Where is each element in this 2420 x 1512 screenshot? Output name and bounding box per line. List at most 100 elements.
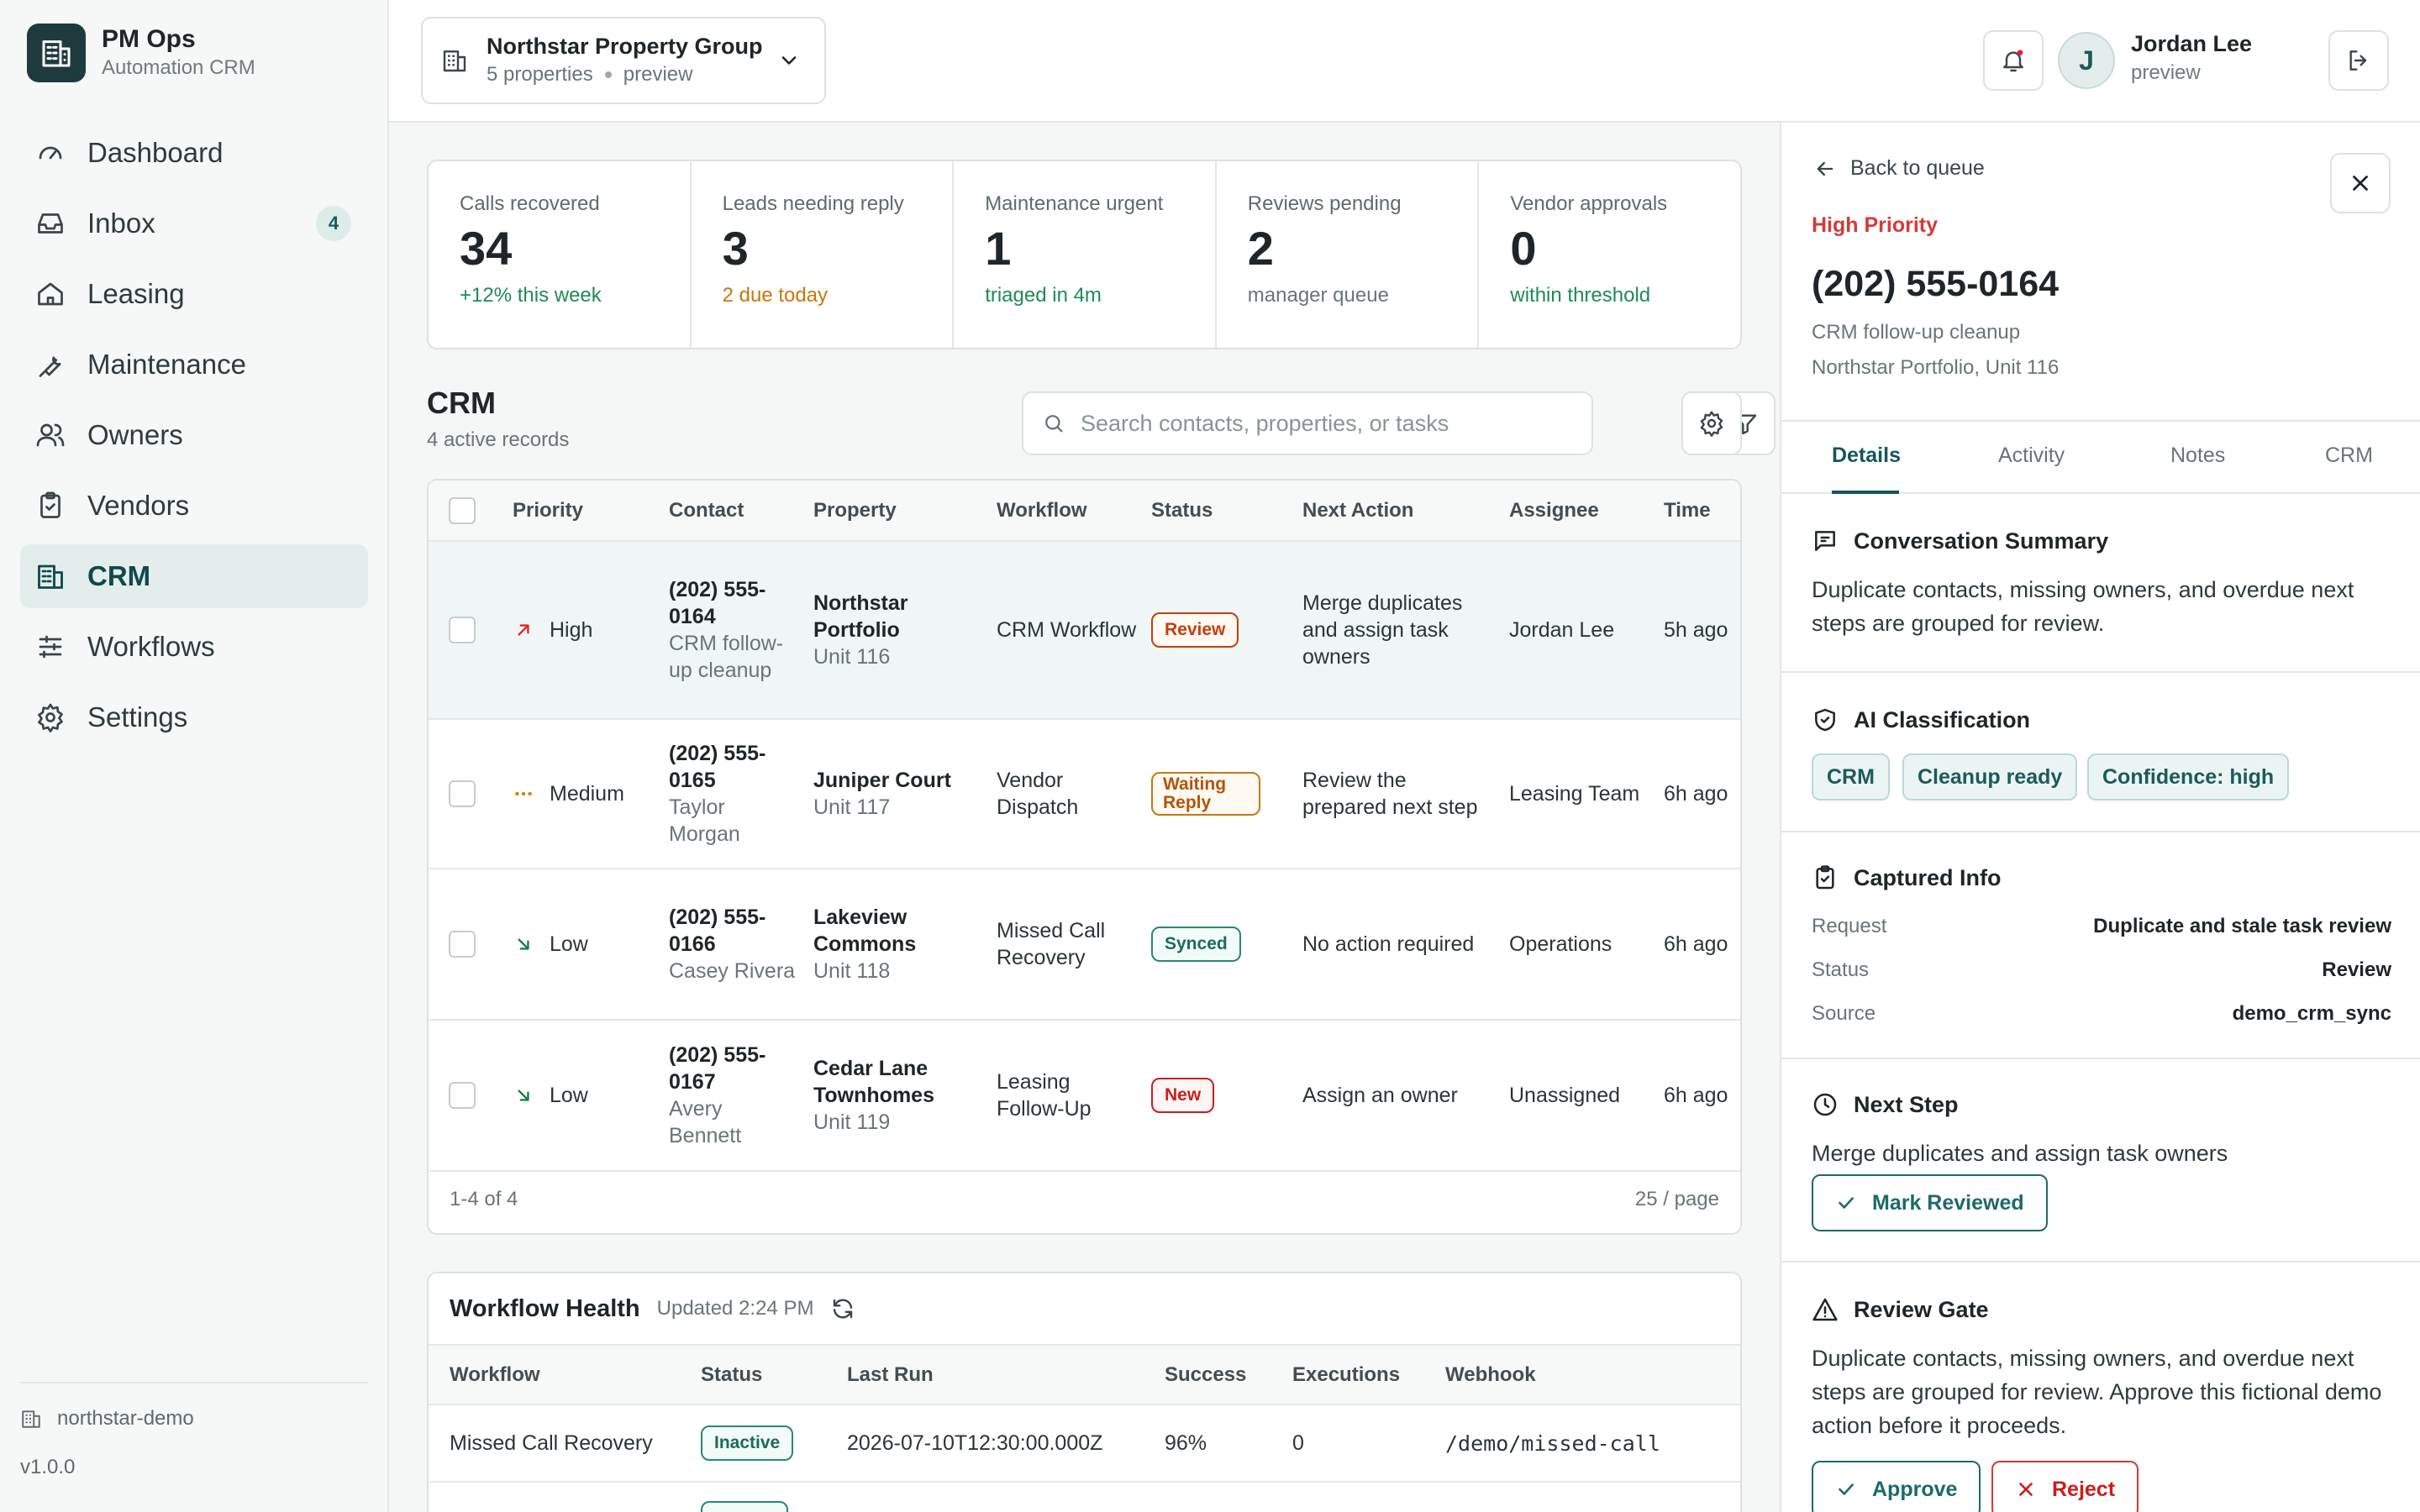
- user-menu[interactable]: Jordan Lee preview: [2131, 29, 2252, 87]
- contact-phone: (202) 555-0165: [669, 742, 766, 792]
- arrow-down-right-icon: [513, 1084, 534, 1106]
- wrench-icon: [35, 349, 66, 380]
- table-row[interactable]: Medium (202) 555-0165 Taylor Morgan Junip…: [429, 719, 1740, 869]
- info-key: Request: [1812, 915, 1887, 937]
- button-label: Approve: [1872, 1477, 1958, 1501]
- column-header[interactable]: Status: [1144, 480, 1296, 542]
- stat-note: 2 due today: [722, 284, 829, 307]
- stat-value: 34: [460, 222, 513, 275]
- reject-button[interactable]: Reject: [1991, 1461, 2139, 1512]
- avatar[interactable]: J: [2058, 32, 2115, 89]
- close-button[interactable]: [2330, 153, 2391, 213]
- executions: 0: [1271, 1404, 1424, 1483]
- status-badge: Inactive: [701, 1425, 794, 1461]
- message-icon: [1812, 528, 1839, 554]
- tab-notes[interactable]: Notes: [2170, 444, 2225, 468]
- table-row[interactable]: High (202) 555-0164 CRM follow-up cleanup…: [429, 541, 1740, 720]
- back-to-queue-link[interactable]: Back to queue: [1813, 156, 1985, 181]
- column-header[interactable]: Next Action: [1296, 480, 1502, 542]
- stat-note: manager queue: [1247, 284, 1389, 307]
- building-icon: [20, 1408, 42, 1430]
- arrow-up-right-icon: [513, 619, 534, 641]
- info-value: Review: [2322, 958, 2391, 981]
- select-all-checkbox[interactable]: [449, 496, 476, 524]
- tenant-switch[interactable]: northstar-demo: [20, 1407, 368, 1431]
- nav-item-vendors[interactable]: Vendors: [20, 474, 368, 538]
- nav-item-dashboard[interactable]: Dashboard: [20, 121, 368, 185]
- search-icon: [1042, 412, 1065, 435]
- notifications-button[interactable]: [1983, 30, 2044, 91]
- stats-row: Calls recovered 34 +12% this week Leads …: [427, 160, 1742, 349]
- contact-location: Northstar Portfolio, Unit 116: [1812, 356, 2060, 379]
- top-bar: Northstar Property Group 5 properties pr…: [389, 0, 2420, 123]
- column-header[interactable]: Time: [1657, 480, 1740, 542]
- approve-button[interactable]: Approve: [1812, 1461, 1981, 1512]
- column-header[interactable]: Contact: [662, 480, 807, 542]
- org-selector[interactable]: Northstar Property Group 5 properties pr…: [421, 17, 826, 104]
- stat-card: Leads needing reply 3 2 due today: [692, 161, 955, 348]
- stat-card: Reviews pending 2 manager queue: [1217, 161, 1480, 348]
- column-header[interactable]: Assignee: [1502, 480, 1657, 542]
- user-name: Jordan Lee: [2131, 31, 2253, 56]
- row-checkbox[interactable]: [449, 931, 476, 958]
- app-version: v1.0.0: [20, 1456, 76, 1478]
- main-nav: Dashboard Inbox 4 Leasing Maintenance Ow…: [20, 121, 368, 756]
- stat-value: 2: [1247, 222, 1274, 275]
- brand[interactable]: PM Ops Automation CRM: [27, 24, 255, 82]
- table-row[interactable]: [429, 1482, 1740, 1512]
- column-header: Status: [680, 1346, 826, 1405]
- shield-check-icon: [1812, 706, 1839, 733]
- crm-table: Priority Contact Property Workflow Statu…: [427, 479, 1742, 1235]
- back-label: Back to queue: [1850, 156, 1985, 180]
- mark-reviewed-button[interactable]: Mark Reviewed: [1812, 1174, 2048, 1231]
- next-action-cell: Assign an owner: [1296, 1020, 1502, 1172]
- stat-value: 1: [985, 222, 1012, 275]
- nav-item-workflows[interactable]: Workflows: [20, 615, 368, 679]
- section-title: Conversation Summary: [1854, 528, 2109, 554]
- row-checkbox[interactable]: [449, 1082, 476, 1109]
- info-row: Request Duplicate and stale task review: [1812, 915, 2391, 938]
- tab-activity[interactable]: Activity: [1998, 444, 2065, 468]
- brand-subtitle: Automation CRM: [102, 56, 255, 79]
- building-icon: [441, 47, 468, 74]
- column-header[interactable]: Workflow: [990, 480, 1144, 542]
- column-header[interactable]: Priority: [506, 480, 662, 542]
- nav-item-leasing[interactable]: Leasing: [20, 262, 368, 326]
- tab-details[interactable]: Details: [1832, 444, 1901, 468]
- home-icon: [35, 279, 66, 309]
- conversation-summary-section: Conversation Summary Duplicate contacts,…: [1781, 494, 2420, 673]
- nav-item-maintenance[interactable]: Maintenance: [20, 333, 368, 396]
- table-row[interactable]: Missed Call Recovery Inactive 2026-07-10…: [429, 1404, 1740, 1483]
- property-unit: Unit 117: [813, 795, 891, 819]
- contact-name: Avery Bennett: [669, 1097, 742, 1147]
- column-header[interactable]: Property: [807, 480, 990, 542]
- row-checkbox[interactable]: [449, 780, 476, 807]
- stat-label: Leads needing reply: [722, 192, 904, 215]
- tab-crm[interactable]: CRM: [2325, 444, 2373, 468]
- classification-tag: Cleanup ready: [1902, 753, 2078, 801]
- nav-item-crm[interactable]: CRM: [20, 544, 368, 608]
- arrow-down-right-icon: [513, 933, 534, 955]
- row-checkbox[interactable]: [449, 617, 476, 643]
- page-size-select[interactable]: 25 / page: [1635, 1188, 1719, 1211]
- nav-item-inbox[interactable]: Inbox 4: [20, 192, 368, 255]
- logout-button[interactable]: [2328, 30, 2389, 91]
- search-input[interactable]: [1081, 410, 1568, 437]
- info-row: Status Review: [1812, 958, 2391, 982]
- classification-tag: CRM: [1812, 753, 1890, 801]
- nav-item-owners[interactable]: Owners: [20, 403, 368, 467]
- sidebar: PM Ops Automation CRM Dashboard Inbox 4 …: [0, 0, 389, 1512]
- status-badge: Review: [1151, 612, 1239, 648]
- last-run: 2026-07-10T12:30:00.000Z: [826, 1404, 1144, 1483]
- info-value: demo_crm_sync: [2232, 1002, 2391, 1025]
- settings-button[interactable]: [1681, 391, 1742, 455]
- assignee-cell: Unassigned: [1502, 1020, 1657, 1172]
- time-cell: 5h ago: [1657, 541, 1740, 720]
- chevron-down-icon: [777, 49, 801, 72]
- nav-item-settings[interactable]: Settings: [20, 685, 368, 749]
- column-header: Success: [1144, 1346, 1271, 1405]
- table-row[interactable]: Low (202) 555-0167 Avery Bennett Cedar La…: [429, 1020, 1740, 1172]
- refresh-icon[interactable]: [830, 1296, 855, 1321]
- stat-card: Vendor approvals 0 within threshold: [1479, 161, 1740, 348]
- table-row[interactable]: Low (202) 555-0166 Casey Rivera Lakeview …: [429, 869, 1740, 1021]
